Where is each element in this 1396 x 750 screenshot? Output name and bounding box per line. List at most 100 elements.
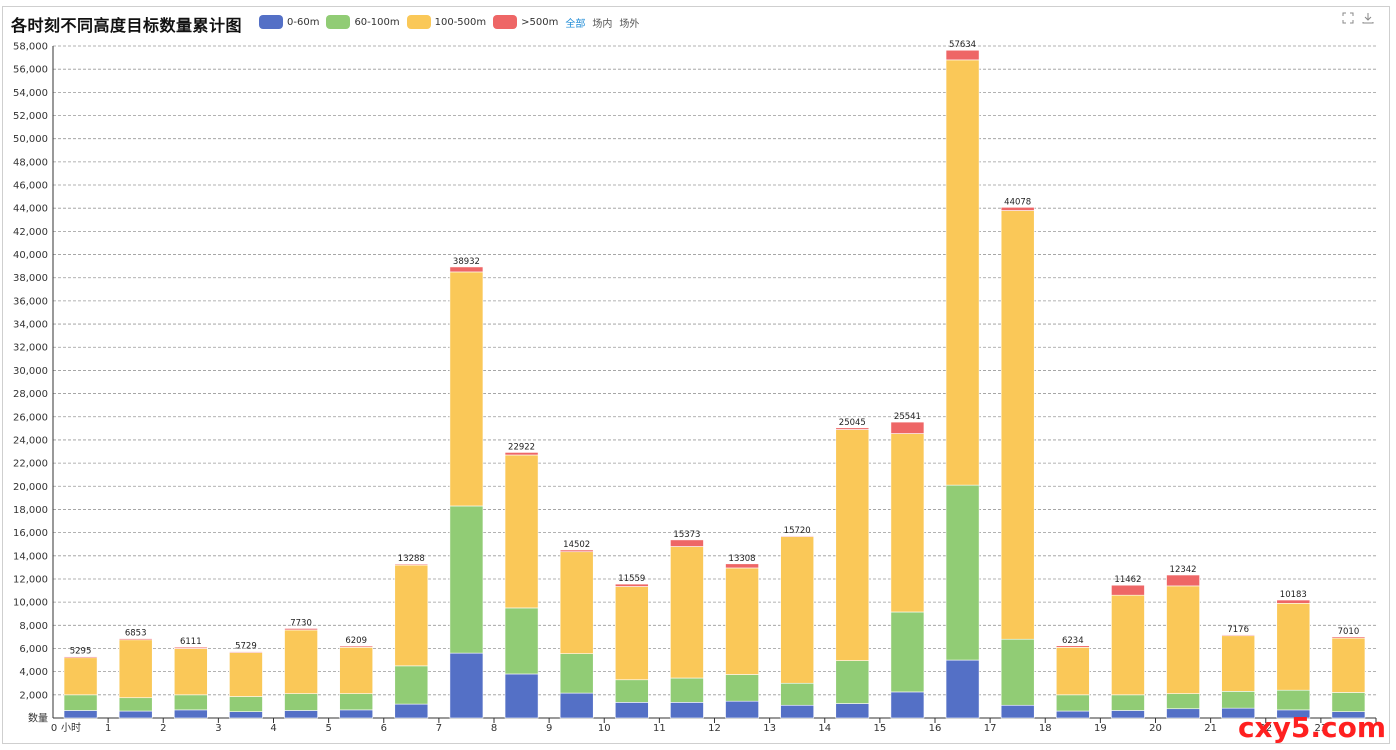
x-tick-label: 21 (1204, 723, 1217, 734)
bar-segment-60-100m (173, 694, 208, 711)
y-tick-label: 12,000 (13, 574, 48, 585)
x-tick-label: 19 (1094, 723, 1107, 734)
bar-segment->500m (890, 421, 925, 434)
x-tick-label: 8 (491, 723, 497, 734)
bar-total-label: 13288 (398, 554, 425, 564)
bar-segment->500m (284, 628, 318, 631)
bar-segment->500m (835, 427, 870, 430)
bar-total-label: 25045 (839, 418, 866, 428)
bar-segment-100-500m (394, 564, 429, 667)
bar-total-label: 11462 (1114, 575, 1141, 585)
bar-segment->500m (118, 638, 153, 641)
bar-segment-0-60m (780, 704, 815, 719)
bar-segment-60-100m (1000, 638, 1035, 706)
bar-segment->500m (339, 645, 374, 648)
x-tick-label: 11 (653, 723, 666, 734)
bar-segment-100-500m (780, 536, 815, 684)
bar-segment-100-500m (1000, 210, 1035, 640)
x-tick-label: 14 (818, 723, 831, 734)
bar-segment-60-100m (394, 665, 429, 705)
bar-total-label: 5729 (235, 642, 257, 652)
y-tick-label: 50,000 (13, 134, 48, 145)
bar-segment->500m (614, 583, 649, 587)
bar-segment-100-500m (339, 647, 374, 694)
bar-segment-0-60m (890, 691, 925, 719)
x-tick-label: 5 (325, 723, 331, 734)
bar-segment-0-60m (394, 703, 429, 719)
bar-segment-0-60m (945, 659, 980, 719)
bar-segment-0-60m (63, 710, 98, 719)
bar-segment-100-500m (449, 271, 484, 507)
bar-segment-60-100m (449, 505, 484, 654)
bar-segment-100-500m (1276, 602, 1311, 691)
bar-segment-60-100m (229, 696, 263, 712)
bar-segment-60-100m (725, 674, 759, 702)
x-tick-label: 18 (1039, 723, 1052, 734)
bar-segment-100-500m (1055, 647, 1090, 696)
bar-segment->500m (63, 656, 98, 659)
bar-segment-100-500m (945, 59, 980, 486)
bar-segment-60-100m (614, 679, 649, 703)
x-origin-label: 0 (51, 723, 57, 734)
y-tick-label: 28,000 (13, 389, 48, 400)
bar-segment-100-500m (504, 454, 539, 609)
bar-total-label: 7730 (290, 618, 312, 628)
bar-segment->500m (229, 651, 263, 653)
x-tick-label: 9 (546, 723, 552, 734)
bar-segment-60-100m (1111, 694, 1145, 711)
bar-segment-60-100m (1331, 692, 1366, 712)
y-tick-label: 18,000 (13, 505, 48, 516)
bar-segment-100-500m (118, 639, 153, 699)
x-axis-label: 小时 (61, 722, 81, 734)
bar-segment-60-100m (945, 484, 980, 661)
y-tick-label: 32,000 (13, 343, 48, 354)
x-tick-label: 20 (1149, 723, 1162, 734)
bar-segment->500m (449, 266, 484, 273)
bar-segment->500m (559, 549, 594, 553)
bar-total-label: 6853 (125, 629, 147, 639)
y-tick-label: 4,000 (19, 667, 48, 678)
bar-segment-0-60m (1055, 710, 1090, 719)
y-tick-label: 26,000 (13, 412, 48, 423)
x-tick-label: 6 (381, 723, 387, 734)
bar-segment-100-500m (63, 657, 98, 696)
bar-total-label: 10183 (1280, 590, 1307, 600)
bar-segment-100-500m (1221, 635, 1256, 692)
bar-total-label: 7176 (1227, 625, 1249, 635)
bar-segment-100-500m (1166, 585, 1200, 694)
y-tick-label: 2,000 (19, 690, 48, 701)
y-axis-label: 数量 (28, 712, 48, 725)
bar-segment-100-500m (229, 652, 263, 697)
bar-segment-60-100m (835, 660, 870, 704)
bar-segment-100-500m (559, 551, 594, 654)
bar-segment-100-500m (890, 433, 925, 613)
bar-segment-60-100m (1055, 694, 1090, 712)
bar-segment-100-500m (670, 546, 704, 679)
y-tick-label: 48,000 (13, 157, 48, 168)
bar-total-label: 57634 (949, 40, 976, 50)
x-tick-label: 15 (874, 723, 887, 734)
bar-total-label: 38932 (453, 257, 480, 267)
bar-segment-60-100m (339, 693, 374, 711)
bar-segment-0-60m (173, 709, 208, 719)
y-tick-label: 44,000 (13, 204, 48, 215)
bar-total-label: 5295 (70, 647, 92, 657)
x-tick-label: 7 (436, 723, 442, 734)
bar-total-label: 6209 (345, 636, 367, 646)
bar-segment-0-60m (118, 710, 153, 719)
y-tick-label: 42,000 (13, 227, 48, 238)
bar-segment-100-500m (725, 567, 759, 675)
bar-segment->500m (1055, 645, 1090, 648)
bar-segment-60-100m (670, 677, 704, 703)
bar-segment-0-60m (1111, 710, 1145, 719)
watermark-text: cxy5.com (1237, 711, 1386, 744)
bar-segment-60-100m (118, 697, 153, 712)
y-tick-label: 30,000 (13, 366, 48, 377)
bar-segment-60-100m (780, 682, 815, 706)
bar-total-label: 6111 (180, 637, 202, 647)
x-tick-label: 12 (708, 723, 721, 734)
bar-segment->500m (1221, 634, 1256, 637)
y-tick-label: 14,000 (13, 551, 48, 562)
x-tick-label: 10 (598, 723, 611, 734)
bar-segment-60-100m (504, 607, 539, 675)
